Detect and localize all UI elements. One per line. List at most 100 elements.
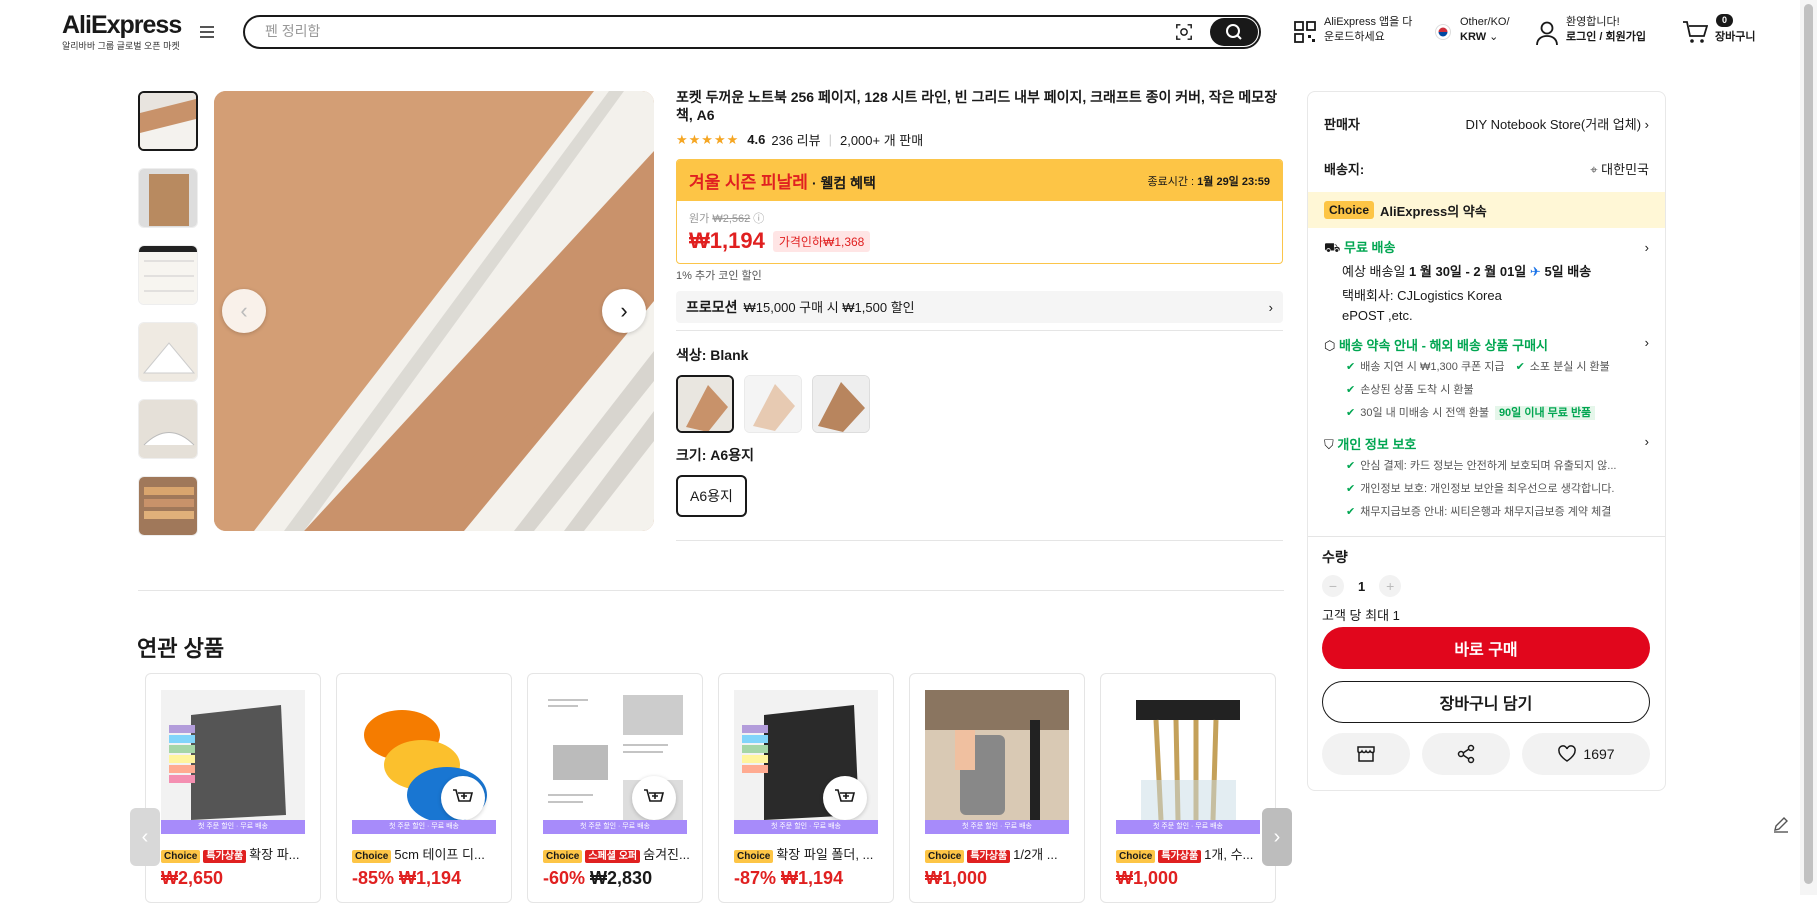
main-product-image[interactable]: ‹ ›: [214, 91, 654, 531]
privacy-row[interactable]: ⛉ 개인 정보 보호 ›: [1308, 425, 1665, 453]
scrollbar[interactable]: [1800, 0, 1817, 895]
welcome-text: 환영합니다!: [1566, 16, 1620, 28]
search-bar: [243, 15, 1261, 49]
add-to-cart-icon[interactable]: [441, 776, 485, 820]
scrollbar-thumb[interactable]: [1804, 4, 1813, 884]
thumbnail[interactable]: [138, 322, 198, 382]
wishlist-count: 1697: [1583, 746, 1615, 762]
app-download-line2: 운로드하세요: [1324, 31, 1385, 43]
review-count[interactable]: 236 리뷰: [771, 130, 820, 149]
decrease-quantity-button[interactable]: −: [1322, 575, 1344, 597]
search-icon: [1226, 24, 1242, 40]
divider: [676, 330, 1283, 331]
chevron-down-icon: ⌄: [1486, 31, 1499, 43]
product-name: 확장 파일 폴더, ...: [776, 847, 874, 862]
increase-quantity-button[interactable]: +: [1379, 575, 1402, 597]
coin-discount: 1% 추가 코인 할인: [676, 270, 762, 282]
choice-promise-bar: Choice AliExpress의 약속: [1308, 192, 1665, 228]
aliexpress-logo[interactable]: AliExpress 알리바바 그룹 글로벌 오픈 마켓: [62, 12, 182, 52]
color-swatch[interactable]: [744, 375, 802, 433]
sale-box: 겨울 시즌 피날레 · 웰컴 혜택 종료시간 : 1월 29일 23:59 원가 …: [676, 159, 1283, 264]
thumbnail[interactable]: [138, 91, 198, 151]
product-title: 포켓 두꺼운 노트북 256 페이지, 128 시트 라인, 빈 그리드 내부 …: [676, 89, 1278, 123]
store-icon: [1357, 746, 1375, 762]
thumbnail[interactable]: [138, 168, 198, 228]
promotion-row[interactable]: 프로모션 ₩15,000 구매 시 ₩1,500 할인 ›: [676, 291, 1283, 323]
user-icon[interactable]: [1535, 20, 1559, 46]
add-to-cart-icon[interactable]: [632, 776, 676, 820]
share-button[interactable]: [1422, 733, 1510, 775]
cart-label: 장바구니: [1715, 31, 1756, 43]
menu-icon[interactable]: [200, 26, 214, 38]
related-product-card[interactable]: 첫 주문 할인 · 무료 배송 Choice 특가상품 1/2개 ... ₩1,00…: [909, 673, 1085, 903]
promise-item: ✔ 배송 지연 시 ₩1,300 쿠폰 지급 ✔ 소포 분실 시 환불: [1346, 361, 1610, 373]
header: AliExpress 알리바바 그룹 글로벌 오픈 마켓 AliExpress …: [0, 0, 1800, 64]
related-product-card[interactable]: 첫 주문 할인 · 무료 배송 Choice 특가상품 확장 파... ₩2,650: [145, 673, 321, 903]
add-to-cart-button[interactable]: 장바구니 담기: [1322, 681, 1650, 723]
login-signup-link[interactable]: 로그인 / 회원가입: [1566, 31, 1646, 43]
qr-code-icon[interactable]: [1293, 20, 1317, 44]
heart-icon: [1558, 745, 1577, 762]
seller-name[interactable]: DIY Notebook Store(거래 업체): [1466, 117, 1642, 132]
info-icon[interactable]: ⓘ: [753, 213, 764, 225]
wishlist-button[interactable]: 1697: [1522, 733, 1650, 775]
store-button[interactable]: [1322, 733, 1410, 775]
shield-icon: ⬡: [1324, 338, 1336, 353]
chevron-right-icon: ›: [1644, 240, 1649, 255]
search-button[interactable]: [1210, 18, 1258, 46]
cart-icon[interactable]: [1682, 20, 1708, 44]
shipping-info[interactable]: ⛟ 무료 배송 › 예상 배송일 1 월 30일 - 2 월 01일 ✈ 5일 …: [1308, 228, 1665, 328]
end-label: 종료시간 :: [1147, 175, 1195, 188]
original-price-label: 원가: [689, 213, 710, 225]
discount: -60%: [543, 868, 586, 888]
price-area: 원가 ₩2,562 ⓘ ₩1,194 가격인하₩1,368: [677, 201, 1282, 263]
seller-row[interactable]: 판매자 DIY Notebook Store(거래 업체) ›: [1308, 98, 1665, 148]
promotion-label: 프로모션: [686, 299, 738, 315]
thumbnail[interactable]: [138, 245, 198, 305]
thumbnail[interactable]: [138, 399, 198, 459]
ship-to-row[interactable]: 배송지: ⌖ 대한민국: [1308, 148, 1665, 188]
cart-link[interactable]: 장바구니: [1715, 30, 1755, 45]
color-label: 색상: Blank: [676, 347, 749, 363]
truck-icon: ⛟: [1324, 240, 1341, 255]
ship-to-label: 배송지:: [1324, 161, 1365, 177]
cart-count-badge: 0: [1716, 14, 1734, 27]
region-selector[interactable]: Other/KO/ KRW ⌄: [1460, 15, 1510, 45]
app-download-line1: AliExpress 앱을 다: [1324, 16, 1413, 28]
account-menu[interactable]: 환영합니다! 로그인 / 회원가입: [1566, 15, 1646, 45]
divider: [676, 540, 1283, 541]
thumbnail[interactable]: [138, 476, 198, 536]
sale-end: 종료시간 : 1월 29일 23:59: [1148, 173, 1271, 189]
image-search-icon[interactable]: [1175, 23, 1193, 41]
related-product-card[interactable]: 첫 주문 할인 · 무료 배송 Choice 5cm 테이프 디... -85% …: [336, 673, 512, 903]
add-to-cart-icon[interactable]: [823, 776, 867, 820]
price: ₩1,194: [399, 868, 462, 888]
region-line1: Other/KO/: [1460, 16, 1510, 28]
related-product-card[interactable]: 첫 주문 할인 · 무료 배송 Choice 스페셜 오퍼 숨겨진... -60% …: [527, 673, 703, 903]
prev-image-button[interactable]: ‹: [222, 289, 266, 333]
currency: KRW: [1460, 31, 1487, 43]
next-image-button[interactable]: ›: [602, 289, 646, 333]
edit-icon[interactable]: [1772, 815, 1790, 833]
delivery-promise-row[interactable]: ⬡ 배송 약속 안내 - 해외 배송 상품 구매시 ›: [1308, 328, 1665, 354]
deal-tag: 특가상품: [203, 850, 247, 863]
quantity-label: 수량: [1322, 549, 1348, 565]
chevron-right-icon: ›: [1644, 116, 1649, 132]
size-option-button[interactable]: A6용지: [676, 475, 747, 517]
buy-now-button[interactable]: 바로 구매: [1322, 627, 1650, 669]
color-swatch[interactable]: [676, 375, 734, 433]
app-download[interactable]: AliExpress 앱을 다 운로드하세요: [1324, 15, 1412, 45]
carousel-prev-button[interactable]: ‹: [130, 808, 160, 866]
product-name: 1/2개 ...: [1013, 847, 1058, 862]
choice-tag: Choice: [161, 850, 201, 863]
product-name: 1개, 수...: [1204, 847, 1254, 862]
related-product-card[interactable]: 첫 주문 할인 · 무료 배송 Choice 특가상품 1개, 수... ₩1,00…: [1100, 673, 1276, 903]
related-product-card[interactable]: 첫 주문 할인 · 무료 배송 Choice 확장 파일 폴더, ... -87%…: [718, 673, 894, 903]
promise-item: ✔ 30일 내 미배송 시 전액 환불 90일 이내 무료 반품: [1308, 402, 1665, 425]
color-swatch[interactable]: [812, 375, 870, 433]
privacy-item: ✔ 개인정보 보호: 개인정보 보안을 최우선으로 생각합니다.: [1346, 483, 1615, 495]
promo-banner: 첫 주문 할인 · 무료 배송: [543, 820, 687, 834]
purchase-panel: 판매자 DIY Notebook Store(거래 업체) › 배송지: ⌖ 대…: [1307, 91, 1666, 791]
carousel-next-button[interactable]: ›: [1262, 808, 1292, 866]
search-input[interactable]: [265, 23, 1165, 39]
